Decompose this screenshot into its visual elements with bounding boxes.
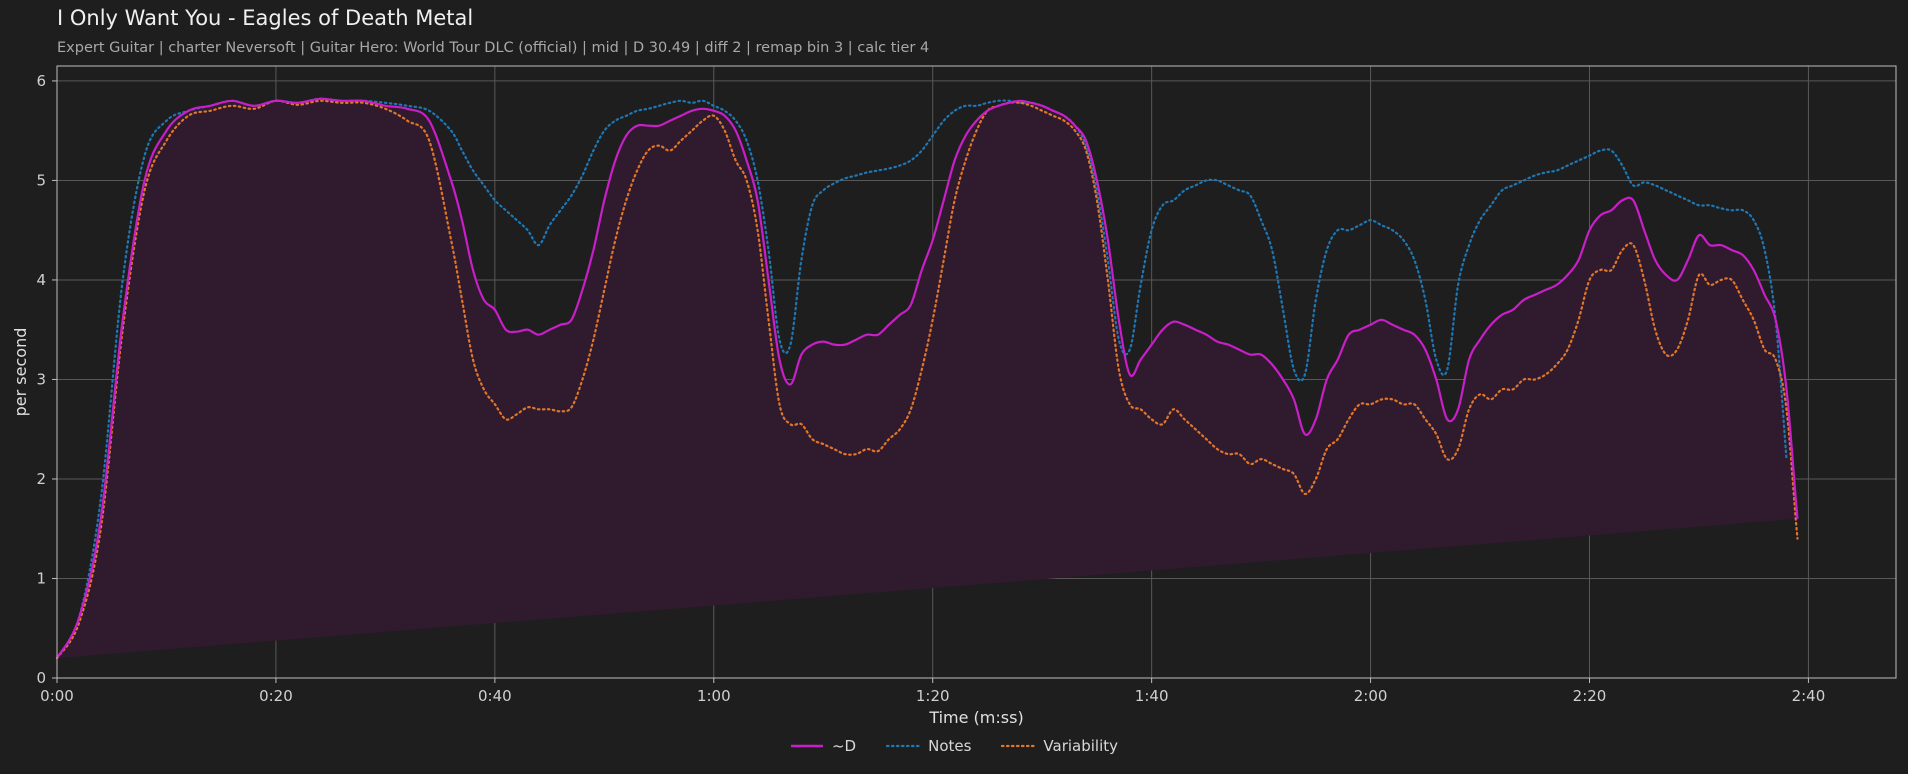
y-tick-label: 4 — [36, 271, 46, 289]
y-tick-label: 1 — [36, 569, 46, 587]
legend-swatch-d — [790, 744, 823, 748]
y-tick-label: 2 — [36, 470, 46, 488]
y-tick-label: 3 — [36, 370, 46, 388]
legend-swatch-variability — [1001, 744, 1036, 748]
x-tick-label: 1:40 — [1135, 687, 1169, 705]
y-tick-label: 0 — [36, 669, 46, 687]
x-tick-label: 2:40 — [1792, 687, 1826, 705]
legend-swatch-notes — [886, 744, 921, 748]
x-tick-label: 0:20 — [259, 687, 293, 705]
x-axis-ticks: 0:00 0:20 0:40 1:00 1:20 1:40 2:00 2:20 2:40 — [40, 678, 1825, 705]
legend-item-d: ~D — [790, 737, 856, 755]
chart: 0:00 0:20 0:40 1:00 1:20 1:40 2:00 2:20 2:40 0 1 2… — [11, 65, 1897, 727]
x-tick-label: 0:40 — [478, 687, 512, 705]
y-axis-ticks: 0 1 2 3 4 5 6 — [36, 72, 57, 687]
legend-label-variability: Variability — [1043, 737, 1119, 755]
x-tick-label: 1:00 — [697, 687, 731, 705]
x-tick-label: 2:20 — [1573, 687, 1607, 705]
x-axis-label: Time (m:ss) — [928, 708, 1023, 727]
legend-item-variability: Variability — [1001, 737, 1118, 755]
y-tick-label: 6 — [36, 72, 46, 90]
legend-label-d: ~D — [831, 737, 857, 755]
legend: ~D Notes Variability — [0, 737, 1908, 755]
y-axis-label: per second — [11, 328, 30, 417]
y-tick-label: 5 — [36, 171, 46, 189]
x-tick-label: 0:00 — [40, 687, 74, 705]
legend-label-notes: Notes — [928, 737, 972, 755]
x-tick-label: 1:20 — [916, 687, 950, 705]
legend-item-notes: Notes — [886, 737, 971, 755]
x-tick-label: 2:00 — [1354, 687, 1388, 705]
